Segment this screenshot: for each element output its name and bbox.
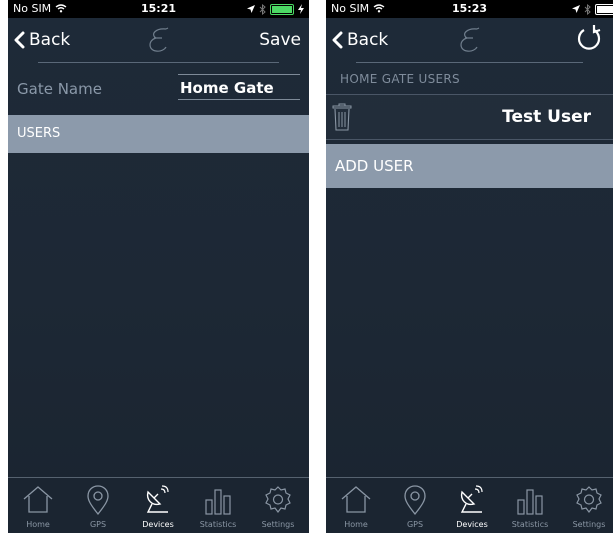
gate-name-label: Gate Name [17, 80, 102, 98]
navigation-bar: Back Save [8, 18, 309, 64]
script-e-logo-icon [148, 27, 168, 52]
save-button[interactable]: Save [259, 30, 301, 50]
gate-users-header: HOME GATE USERS [340, 72, 460, 86]
refresh-icon [577, 25, 601, 50]
status-time: 15:23 [451, 2, 487, 15]
bluetooth-icon [584, 3, 591, 15]
tab-label: Settings [572, 520, 606, 529]
back-button[interactable]: Back [14, 30, 70, 50]
gear-icon [265, 486, 291, 513]
add-user-button[interactable]: ADD USER [326, 144, 613, 188]
tab-statistics[interactable]: Statistics [189, 478, 247, 533]
satellite-dish-icon [460, 485, 483, 513]
gate-users-screen: No SIM 15:23 Back HOME GATE USERS Test U… [326, 0, 613, 533]
tab-label: Devices [456, 520, 488, 529]
home-icon [23, 486, 53, 513]
back-label: Back [29, 30, 71, 50]
tab-label: Home [26, 520, 50, 529]
location-arrow-icon [572, 5, 580, 13]
charging-bolt-icon [298, 4, 304, 14]
nav-divider [356, 62, 583, 63]
tab-label: GPS [406, 520, 424, 529]
tab-bar: Home GPS Devices Statistics Settings [326, 477, 613, 533]
tab-gps[interactable]: GPS [69, 478, 127, 533]
tab-settings[interactable]: Settings [249, 478, 307, 533]
tab-gps[interactable]: GPS [386, 478, 444, 533]
tab-label: Statistics [199, 520, 237, 529]
chevron-left-icon [14, 31, 25, 49]
tab-home[interactable]: Home [9, 478, 67, 533]
gps-pin-icon [87, 485, 109, 516]
script-e-logo-icon [459, 27, 479, 52]
bar-chart-icon [517, 489, 543, 515]
home-icon [341, 486, 371, 513]
status-bar: No SIM 15:23 [326, 0, 613, 18]
nav-divider [38, 62, 279, 63]
refresh-button[interactable] [575, 24, 603, 58]
tab-label: Devices [142, 520, 174, 529]
back-label: Back [347, 30, 389, 50]
tab-home[interactable]: Home [327, 478, 385, 533]
tab-settings[interactable]: Settings [560, 478, 613, 533]
status-bar: No SIM 15:21 [8, 0, 309, 18]
app-logo [146, 26, 172, 58]
battery-icon [270, 3, 294, 15]
app-logo [457, 26, 483, 58]
tab-statistics[interactable]: Statistics [501, 478, 559, 533]
gate-name-input[interactable]: Home Gate [178, 74, 300, 100]
battery-icon [595, 3, 613, 15]
delete-user-button[interactable] [332, 103, 352, 135]
user-list-item[interactable]: Test User [326, 94, 613, 140]
users-section-bar[interactable]: USERS [8, 115, 309, 153]
status-indicators [247, 0, 304, 18]
tab-bar: Home GPS Devices Statistics Settings [8, 477, 309, 533]
tab-label: Statistics [511, 520, 549, 529]
status-indicators [572, 0, 613, 18]
bluetooth-icon [259, 3, 266, 15]
location-arrow-icon [247, 5, 255, 13]
bar-chart-icon [205, 489, 231, 515]
user-name: Test User [502, 107, 591, 127]
tab-devices[interactable]: Devices [129, 478, 187, 533]
chevron-left-icon [332, 31, 343, 49]
tab-devices[interactable]: Devices [443, 478, 501, 533]
navigation-bar: Back [326, 18, 613, 64]
gear-icon [576, 486, 602, 513]
tab-label: Home [344, 520, 368, 529]
tab-label: Settings [261, 520, 295, 529]
trash-icon [332, 103, 352, 131]
back-button[interactable]: Back [332, 30, 388, 50]
tab-label: GPS [89, 520, 107, 529]
gps-pin-icon [404, 485, 426, 516]
gate-settings-screen: No SIM 15:21 Back Save Gate Name Home Ga… [8, 0, 309, 533]
satellite-dish-icon [146, 485, 169, 513]
